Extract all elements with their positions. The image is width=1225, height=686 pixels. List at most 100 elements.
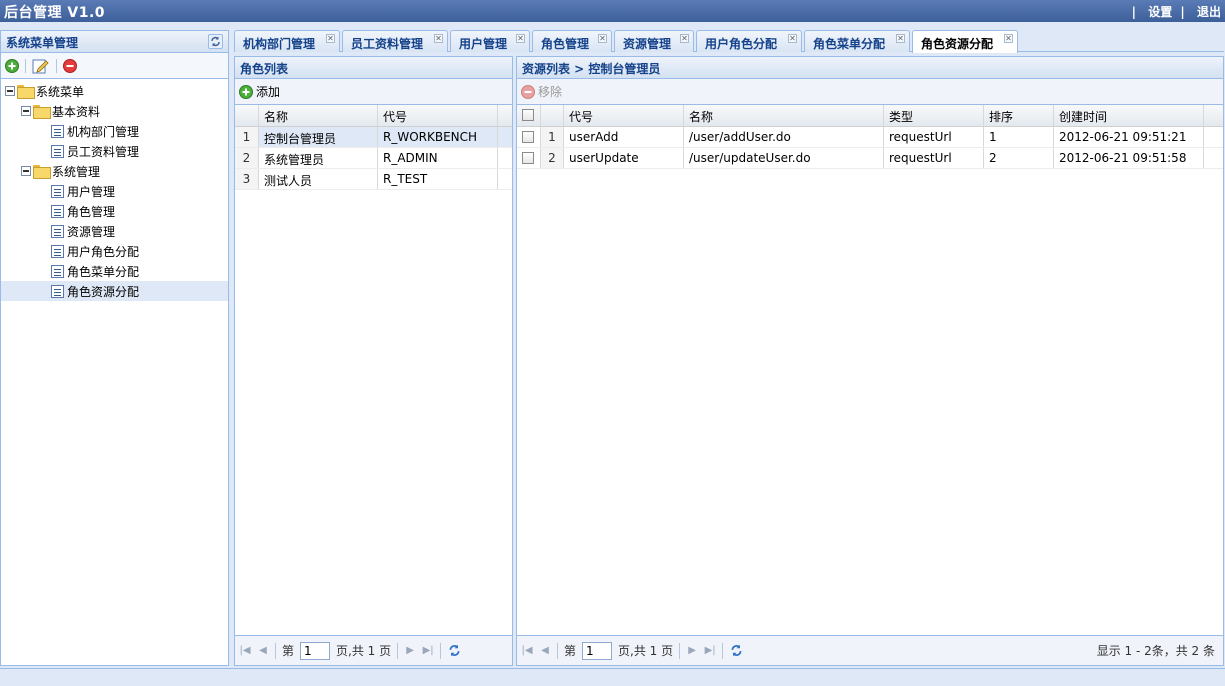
remove-button[interactable]: 移除 xyxy=(521,83,562,100)
resource-name-cell: /user/addUser.do xyxy=(684,127,884,147)
close-icon[interactable]: ✕ xyxy=(788,34,797,43)
tab-label: 角色资源分配 xyxy=(921,37,994,51)
close-icon[interactable]: ✕ xyxy=(516,34,525,43)
close-icon[interactable]: ✕ xyxy=(598,34,607,43)
table-row[interactable]: 3 测试人员 R_TEST xyxy=(235,169,512,190)
tab-resources[interactable]: 资源管理 ✕ xyxy=(614,30,694,52)
role-name-cell: 测试人员 xyxy=(259,169,378,189)
col-header-name[interactable]: 名称 xyxy=(684,105,884,126)
row-check-cell xyxy=(517,148,541,168)
logout-link[interactable]: 退出 xyxy=(1197,5,1221,19)
col-header-code[interactable]: 代号 xyxy=(378,105,498,126)
page-icon xyxy=(51,264,64,278)
next-page-icon[interactable]: ▶ xyxy=(686,645,698,657)
next-page-icon[interactable]: ▶ xyxy=(404,645,416,657)
collapse-icon[interactable] xyxy=(21,166,31,176)
pager-separator xyxy=(679,642,681,659)
refresh-icon[interactable] xyxy=(447,643,462,658)
page-prefix: 第 xyxy=(564,644,577,658)
resource-code-cell: userAdd xyxy=(564,127,684,147)
tab-role-resource[interactable]: 角色资源分配 ✕ xyxy=(912,30,1018,53)
row-check-cell xyxy=(517,127,541,147)
toolbar-separator xyxy=(25,58,26,73)
table-row[interactable]: 2 系统管理员 R_ADMIN xyxy=(235,148,512,169)
col-header-order[interactable]: 排序 xyxy=(984,105,1054,126)
col-header-type[interactable]: 类型 xyxy=(884,105,984,126)
role-list-panel: 角色列表 添加 名称 代号 1 控制台管理员 R_WORKBENCH 2 系统管… xyxy=(234,56,513,666)
close-icon[interactable]: ✕ xyxy=(896,34,905,43)
tab-staff[interactable]: 员工资料管理 ✕ xyxy=(342,30,448,52)
resource-code-cell: userUpdate xyxy=(564,148,684,168)
folder-icon xyxy=(33,105,51,119)
tree-item[interactable]: 机构部门管理 xyxy=(1,121,228,141)
role-name-cell: 系统管理员 xyxy=(259,148,378,168)
folder-icon xyxy=(33,165,51,179)
close-icon[interactable]: ✕ xyxy=(1004,34,1013,43)
tree-item[interactable]: 用户管理 xyxy=(1,181,228,201)
tab-roles[interactable]: 角色管理 ✕ xyxy=(532,30,612,52)
tree-node-group[interactable]: 基本资料 xyxy=(1,101,228,121)
pager-separator xyxy=(557,642,558,659)
col-header-code[interactable]: 代号 xyxy=(564,105,684,126)
resource-name-cell: /user/updateUser.do xyxy=(684,148,884,168)
tree-item[interactable]: 员工资料管理 xyxy=(1,141,228,161)
last-page-icon[interactable]: ▶| xyxy=(704,645,716,657)
col-header-name[interactable]: 名称 xyxy=(259,105,378,126)
page-input[interactable] xyxy=(300,641,331,660)
rownum-header xyxy=(235,105,259,126)
page-icon xyxy=(51,124,64,138)
row-checkbox[interactable] xyxy=(522,131,534,143)
settings-link[interactable]: 设置 xyxy=(1148,5,1172,19)
tree-item[interactable]: 资源管理 xyxy=(1,221,228,241)
tree-item-label: 用户管理 xyxy=(67,184,116,199)
add-role-button[interactable]: 添加 xyxy=(239,83,280,100)
close-icon[interactable]: ✕ xyxy=(680,34,689,43)
table-row[interactable]: 1 控制台管理员 R_WORKBENCH xyxy=(235,127,512,148)
tab-org-dept[interactable]: 机构部门管理 ✕ xyxy=(234,30,340,52)
resource-list-panel: 资源列表 > 控制台管理员 移除 代号 名称 类型 排序 创建时间 1 user… xyxy=(516,56,1224,666)
collapse-icon[interactable] xyxy=(5,86,15,96)
tree-item[interactable]: 角色菜单分配 xyxy=(1,261,228,281)
pager-summary: 显示 1 - 2条，共 2 条 xyxy=(1096,644,1215,658)
resource-pager: |◀ ◀ 第 页,共 1 页 ▶ ▶| 显示 1 - 2条，共 2 条 xyxy=(517,635,1223,665)
resource-type-cell: requestUrl xyxy=(884,148,984,168)
refresh-icon[interactable] xyxy=(729,643,744,658)
sidebar-title: 系统菜单管理 xyxy=(6,36,79,50)
table-row[interactable]: 2 userUpdate /user/updateUser.do request… xyxy=(517,148,1223,169)
tree-node-group[interactable]: 系统管理 xyxy=(1,161,228,181)
close-icon[interactable]: ✕ xyxy=(434,34,443,43)
select-all-checkbox[interactable] xyxy=(522,109,534,121)
tree-item-label: 机构部门管理 xyxy=(67,124,140,139)
refresh-icon[interactable] xyxy=(208,34,223,49)
first-page-icon[interactable]: |◀ xyxy=(521,645,533,657)
edit-icon[interactable] xyxy=(32,58,50,74)
tree-item[interactable]: 角色管理 xyxy=(1,201,228,221)
tab-strip: 机构部门管理 ✕ 员工资料管理 ✕ 用户管理 ✕ 角色管理 ✕ 资源管理 ✕ 用户角色分配… xyxy=(234,30,1224,53)
first-page-icon[interactable]: |◀ xyxy=(239,645,251,657)
tab-role-menu[interactable]: 角色菜单分配 ✕ xyxy=(804,30,910,52)
app-title: 后台管理 V1.0 xyxy=(4,5,106,21)
add-icon[interactable] xyxy=(5,58,19,73)
delete-icon[interactable] xyxy=(63,58,77,73)
menu-tree: 系统菜单 基本资料 机构部门管理 员工资料管理 系统管理 用户管理 角色管理 资… xyxy=(1,79,228,303)
sidebar: 系统菜单管理 系统菜单 基本资料 机构部门管理 员工资料管理 系统管理 用户管理… xyxy=(0,30,229,666)
page-input[interactable] xyxy=(582,641,613,660)
tab-label: 用户角色分配 xyxy=(705,37,778,51)
tab-user-role[interactable]: 用户角色分配 ✕ xyxy=(696,30,802,52)
prev-page-icon[interactable]: ◀ xyxy=(539,645,551,657)
table-row[interactable]: 1 userAdd /user/addUser.do requestUrl 1 … xyxy=(517,127,1223,148)
close-icon[interactable]: ✕ xyxy=(326,34,335,43)
tree-item[interactable]: 用户角色分配 xyxy=(1,241,228,261)
resource-order-cell: 2 xyxy=(984,148,1054,168)
tree-item-selected[interactable]: 角色资源分配 xyxy=(1,281,228,301)
row-checkbox[interactable] xyxy=(522,152,534,164)
collapse-icon[interactable] xyxy=(21,106,31,116)
resource-list-header: 资源列表 > 控制台管理员 xyxy=(517,57,1223,79)
col-header-created[interactable]: 创建时间 xyxy=(1054,105,1204,126)
tree-node-root[interactable]: 系统菜单 xyxy=(1,81,228,101)
header-separator: | xyxy=(1131,5,1137,19)
prev-page-icon[interactable]: ◀ xyxy=(257,645,269,657)
tab-users[interactable]: 用户管理 ✕ xyxy=(450,30,530,52)
role-code-cell: R_WORKBENCH xyxy=(378,127,498,147)
last-page-icon[interactable]: ▶| xyxy=(422,645,434,657)
